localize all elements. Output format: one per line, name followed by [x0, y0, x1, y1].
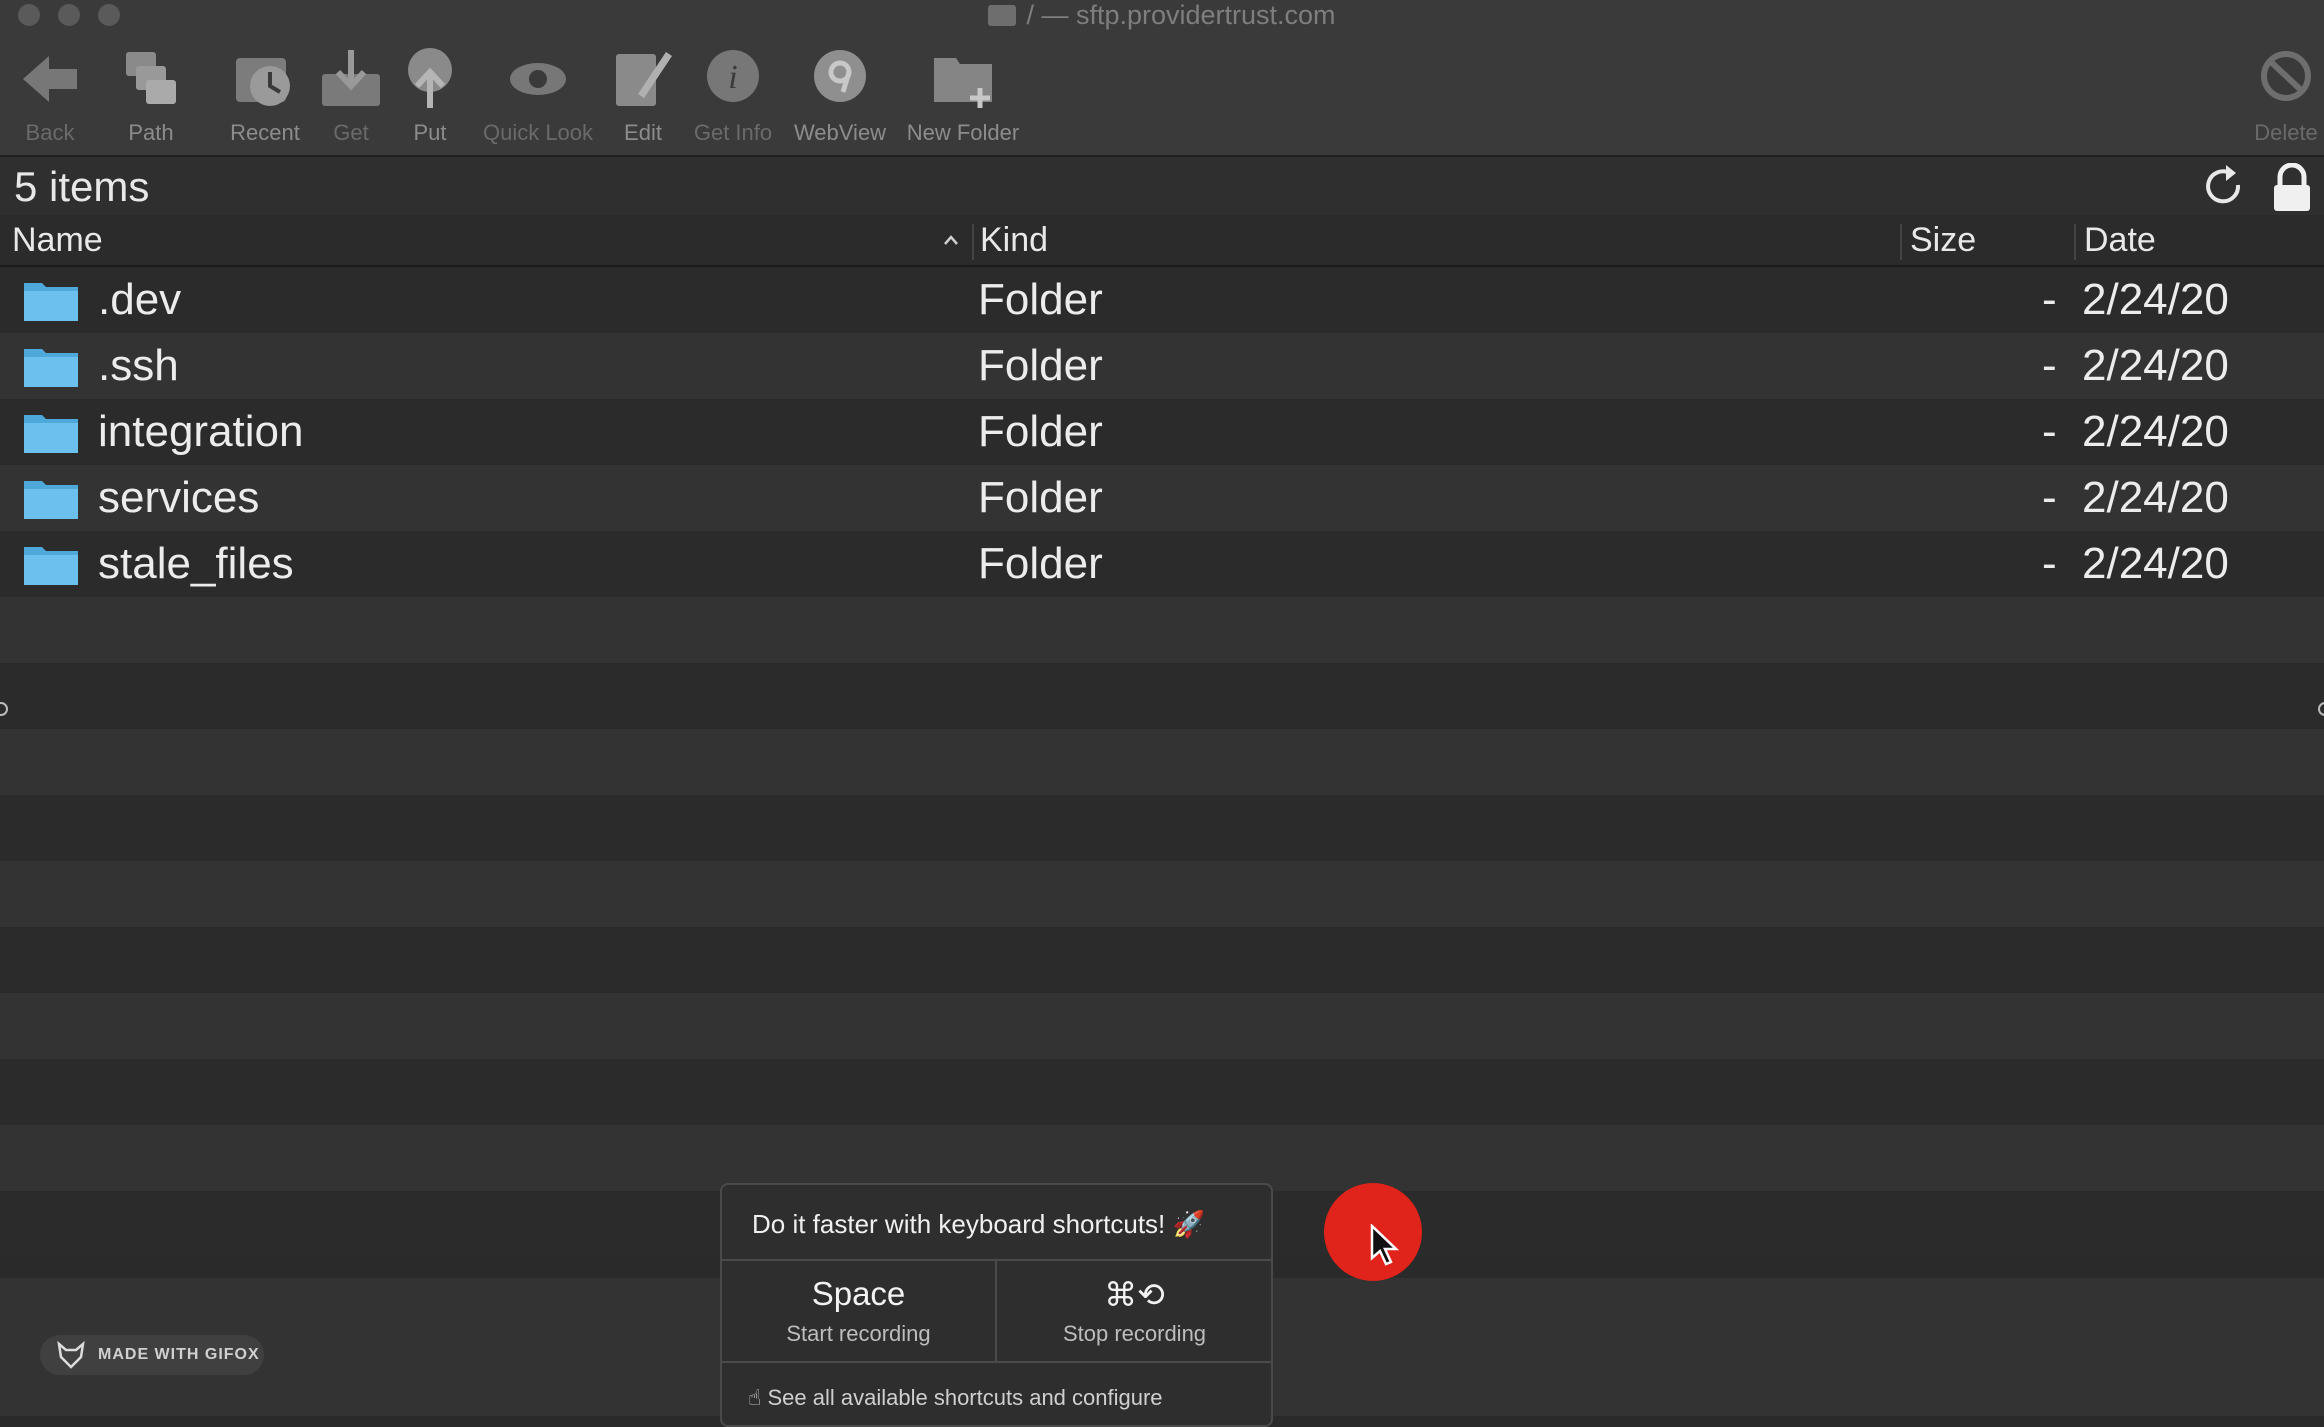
- folder-icon: [988, 5, 1017, 26]
- eye-icon: [510, 63, 566, 95]
- file-row[interactable]: .ssh Folder - 2/24/20: [0, 333, 2324, 399]
- column-kind-header[interactable]: Kind: [980, 221, 1048, 260]
- folder-icon: [24, 349, 78, 387]
- file-name: services: [98, 473, 260, 522]
- info-icon: i: [707, 50, 759, 102]
- file-name: .ssh: [98, 341, 179, 390]
- webview-icon: [814, 50, 866, 102]
- file-date: 2/24/20: [2082, 275, 2229, 324]
- delete-prohibit-icon: [2261, 51, 2311, 101]
- sort-ascending-icon: [944, 235, 958, 245]
- file-name: .dev: [98, 275, 182, 324]
- empty-row: [0, 1059, 2324, 1125]
- empty-row: [0, 663, 2324, 729]
- back-arrow-icon: [23, 56, 77, 102]
- get-info-button[interactable]: i Get Info: [688, 44, 778, 148]
- popover-heading: Do it faster with keyboard shortcuts! 🚀: [752, 1209, 1205, 1239]
- empty-row: [0, 597, 2324, 663]
- put-button[interactable]: Put: [395, 44, 465, 148]
- shortcut-label-start: Start recording: [786, 1321, 931, 1346]
- column-divider[interactable]: [1900, 224, 1902, 260]
- file-kind: Folder: [978, 539, 1103, 588]
- delete-button[interactable]: Delete: [2248, 44, 2324, 148]
- mouse-cursor-icon: [1370, 1224, 1400, 1266]
- file-row[interactable]: services Folder - 2/24/20: [0, 465, 2324, 531]
- shortcut-label-stop: Stop recording: [1062, 1321, 1207, 1346]
- divider: [995, 1261, 997, 1361]
- quick-look-button[interactable]: Quick Look: [476, 44, 600, 148]
- new-folder-icon: [934, 58, 992, 108]
- column-divider[interactable]: [972, 224, 974, 260]
- status-bar: 5 items: [0, 157, 2324, 215]
- file-row[interactable]: .dev Folder - 2/24/20: [0, 267, 2324, 333]
- file-row[interactable]: integration Folder - 2/24/20: [0, 399, 2324, 465]
- divider: [722, 1361, 1271, 1363]
- shortcut-key-stop: ⌘⟲: [1104, 1276, 1165, 1313]
- empty-row: [0, 729, 2324, 795]
- column-name-header[interactable]: Name: [12, 221, 103, 260]
- shortcuts-popover: Do it faster with keyboard shortcuts! 🚀 …: [720, 1183, 1273, 1427]
- edit-pencil-icon: [616, 52, 672, 106]
- file-date: 2/24/20: [2082, 539, 2229, 588]
- file-date: 2/24/20: [2082, 341, 2229, 390]
- folder-icon: [24, 283, 78, 321]
- folder-icon: [24, 481, 78, 519]
- empty-row: [0, 927, 2324, 993]
- file-date: 2/24/20: [2082, 473, 2229, 522]
- back-button[interactable]: Back: [10, 44, 90, 148]
- column-divider[interactable]: [2074, 224, 2076, 260]
- column-headers: Name Kind Size Date: [0, 216, 2324, 267]
- path-button[interactable]: Path: [116, 44, 186, 148]
- upload-globe-icon: [408, 48, 452, 108]
- window-title: / — sftp.providertrust.com: [0, 0, 2324, 30]
- get-button[interactable]: Get: [316, 44, 386, 148]
- path-icon: [126, 52, 176, 104]
- gifox-badge[interactable]: MADE WITH GIFOX: [40, 1335, 264, 1375]
- empty-row: [0, 795, 2324, 861]
- empty-row: [0, 861, 2324, 927]
- fox-logo-icon: [57, 1341, 85, 1369]
- column-date-header[interactable]: Date: [2084, 221, 2156, 260]
- webview-button[interactable]: WebView: [790, 44, 890, 148]
- file-kind: Folder: [978, 407, 1103, 456]
- file-kind: Folder: [978, 473, 1103, 522]
- refresh-icon[interactable]: [2200, 163, 2248, 211]
- folder-icon: [24, 415, 78, 453]
- shortcut-key-start: Space: [811, 1275, 906, 1312]
- window-toolbar: / — sftp.providertrust.com Back Path Rec…: [0, 0, 2324, 157]
- file-kind: Folder: [978, 341, 1103, 390]
- file-size: -: [2042, 407, 2057, 456]
- column-size-header[interactable]: Size: [1910, 221, 1976, 260]
- svg-text:i: i: [728, 59, 737, 96]
- file-size: -: [2042, 473, 2057, 522]
- see-all-shortcuts-link[interactable]: ☝ See all available shortcuts and config…: [748, 1385, 1163, 1411]
- empty-row: [0, 1125, 2324, 1191]
- download-icon: [322, 50, 380, 106]
- clock-icon: [236, 58, 290, 106]
- new-folder-button[interactable]: New Folder: [902, 44, 1024, 148]
- file-date: 2/24/20: [2082, 407, 2229, 456]
- item-count: 5 items: [14, 163, 150, 210]
- file-list: .dev Folder - 2/24/20 .ssh Folder - 2/24…: [0, 267, 2324, 1277]
- file-name: stale_files: [98, 539, 294, 588]
- empty-row: [0, 993, 2324, 1059]
- file-row[interactable]: stale_files Folder - 2/24/20: [0, 531, 2324, 597]
- recent-button[interactable]: Recent: [222, 44, 308, 148]
- file-size: -: [2042, 341, 2057, 390]
- file-size: -: [2042, 539, 2057, 588]
- file-size: -: [2042, 275, 2057, 324]
- folder-icon: [24, 547, 78, 585]
- lock-icon[interactable]: [2270, 163, 2314, 211]
- edit-button[interactable]: Edit: [608, 44, 678, 148]
- file-name: integration: [98, 407, 304, 456]
- file-kind: Folder: [978, 275, 1103, 324]
